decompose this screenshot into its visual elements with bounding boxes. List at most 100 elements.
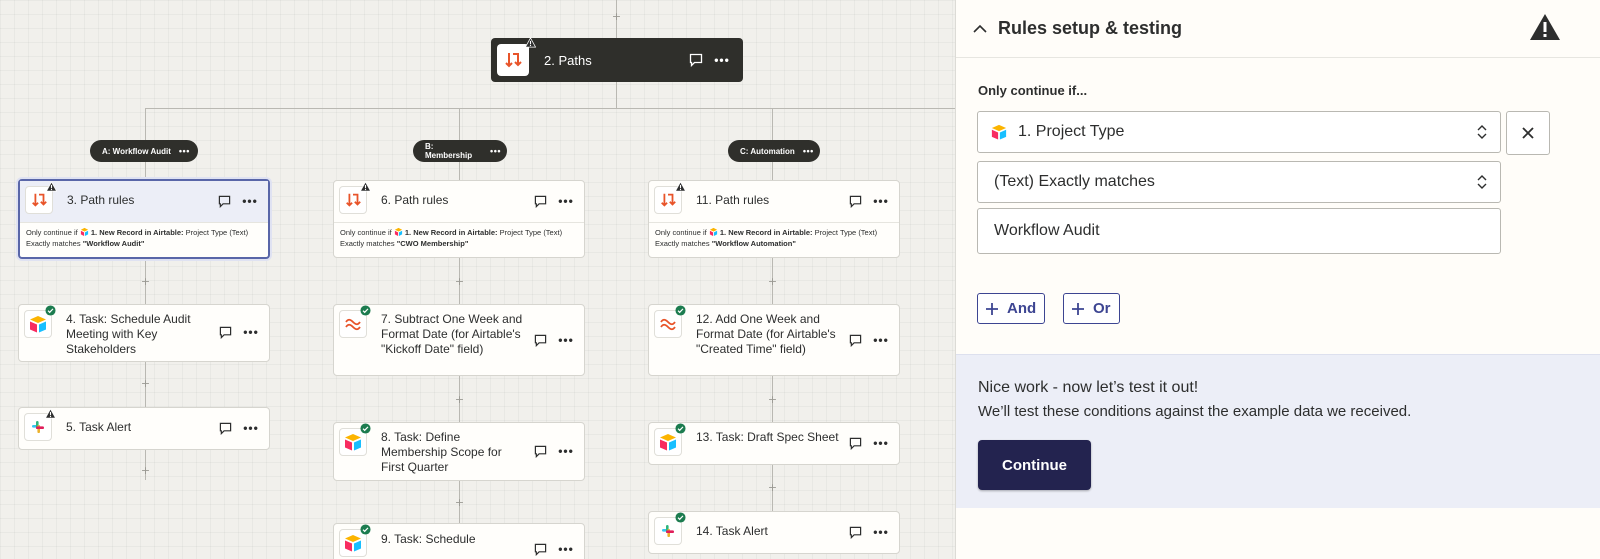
path-rules-node-a[interactable]: 3. Path rules ••• Only continue if 1. Ne… xyxy=(18,179,270,259)
chevron-up-icon[interactable] xyxy=(972,24,988,34)
more-options-icon[interactable]: ••• xyxy=(490,146,501,156)
comment-icon[interactable] xyxy=(845,330,865,350)
step-node-a2[interactable]: 5. Task Alert ••• xyxy=(18,407,270,450)
paths-app-icon xyxy=(654,181,686,214)
comment-icon[interactable] xyxy=(530,330,550,350)
remove-condition-button[interactable] xyxy=(1506,111,1550,155)
paths-app-icon xyxy=(339,181,371,214)
add-step-icon[interactable]: + xyxy=(767,394,778,405)
warning-icon xyxy=(46,181,57,192)
add-step-icon[interactable]: + xyxy=(140,465,151,476)
more-options-icon[interactable]: ••• xyxy=(556,441,576,461)
more-options-icon[interactable]: ••• xyxy=(871,522,891,542)
field-select[interactable]: 1. Project Type xyxy=(977,111,1501,153)
sort-arrows-icon xyxy=(1477,175,1487,189)
workflow-canvas[interactable]: + + + + + + + + + + 2. Paths ••• A: Work… xyxy=(0,0,955,559)
add-step-icon[interactable]: + xyxy=(140,378,151,389)
more-options-icon[interactable]: ••• xyxy=(871,191,891,211)
path-rules-node-b[interactable]: 6. Path rules ••• Only continue if 1. Ne… xyxy=(333,180,585,258)
plus-icon xyxy=(986,302,998,315)
test-description: We’ll test these conditions against the … xyxy=(978,403,1412,420)
branch-label-text: C: Automation xyxy=(740,146,795,156)
add-step-icon[interactable]: + xyxy=(611,11,622,22)
more-options-icon[interactable]: ••• xyxy=(871,330,891,350)
comment-icon[interactable] xyxy=(530,191,550,211)
branch-label-c[interactable]: C: Automation ••• xyxy=(728,140,820,162)
step-title: 7. Subtract One Week and Format Date (fo… xyxy=(381,312,523,356)
branch-label-b[interactable]: B: Membership ••• xyxy=(413,140,507,162)
step-node-c1[interactable]: 12. Add One Week and Format Date (for Ai… xyxy=(648,304,900,376)
add-step-icon[interactable]: + xyxy=(454,276,465,287)
rule-value: "Workflow Audit" xyxy=(82,239,145,248)
more-options-icon[interactable]: ••• xyxy=(871,433,891,453)
connector-line xyxy=(459,162,460,180)
step-title: 6. Path rules xyxy=(381,193,449,207)
more-options-icon[interactable]: ••• xyxy=(556,539,576,559)
value-input[interactable]: Workflow Audit xyxy=(977,208,1501,254)
add-or-button[interactable]: Or xyxy=(1063,293,1120,324)
comment-icon[interactable] xyxy=(214,191,234,211)
comment-icon[interactable] xyxy=(845,433,865,453)
connector-line xyxy=(145,108,146,140)
airtable-icon xyxy=(394,227,402,236)
airtable-icon xyxy=(991,124,1007,140)
comment-icon[interactable] xyxy=(530,441,550,461)
step-node-a1[interactable]: 4. Task: Schedule Audit Meeting with Key… xyxy=(18,304,270,362)
connector-line xyxy=(145,108,955,109)
step-title: 13. Task: Draft Spec Sheet xyxy=(696,430,839,444)
rule-field: Project Type xyxy=(814,228,857,237)
rule-prefix: Only continue if xyxy=(26,228,78,237)
continue-button[interactable]: Continue xyxy=(978,440,1091,490)
rule-value: "CWO Membership" xyxy=(396,239,469,248)
comment-icon[interactable] xyxy=(845,191,865,211)
step-node-b1[interactable]: 7. Subtract One Week and Format Date (fo… xyxy=(333,304,585,376)
more-options-icon[interactable]: ••• xyxy=(241,322,261,342)
more-options-icon[interactable]: ••• xyxy=(241,418,261,438)
add-step-icon[interactable]: + xyxy=(767,482,778,493)
paths-step-node[interactable]: 2. Paths ••• xyxy=(491,37,743,82)
condition-select[interactable]: (Text) Exactly matches xyxy=(977,161,1501,203)
step-node-c3[interactable]: 14. Task Alert ••• xyxy=(648,511,900,554)
more-options-icon[interactable]: ••• xyxy=(240,191,260,211)
continue-label: Continue xyxy=(1002,456,1067,474)
branch-label-text: A: Workflow Audit xyxy=(102,146,171,156)
add-step-icon[interactable]: + xyxy=(454,394,465,405)
warning-icon xyxy=(360,181,371,192)
add-step-icon[interactable]: + xyxy=(140,276,151,287)
step-node-c2[interactable]: 13. Task: Draft Spec Sheet ••• xyxy=(648,422,900,465)
check-badge-icon xyxy=(360,524,371,535)
check-badge-icon xyxy=(675,305,686,316)
branch-label-a[interactable]: A: Workflow Audit ••• xyxy=(90,140,198,162)
path-rules-node-c[interactable]: 11. Path rules ••• Only continue if 1. N… xyxy=(648,180,900,258)
more-options-icon[interactable]: ••• xyxy=(179,146,190,156)
comment-icon[interactable] xyxy=(530,539,550,559)
more-options-icon[interactable]: ••• xyxy=(711,49,733,71)
step-title: 12. Add One Week and Format Date (for Ai… xyxy=(696,312,836,356)
comment-icon[interactable] xyxy=(685,49,707,71)
comment-icon[interactable] xyxy=(215,418,235,438)
add-step-icon[interactable]: + xyxy=(454,497,465,508)
more-options-icon[interactable]: ••• xyxy=(803,146,814,156)
more-options-icon[interactable]: ••• xyxy=(556,191,576,211)
rule-operator: Exactly matches xyxy=(655,239,710,248)
add-or-label: Or xyxy=(1093,300,1111,317)
airtable-app-icon xyxy=(339,524,371,557)
value-input-text: Workflow Audit xyxy=(994,222,1100,239)
warning-icon xyxy=(675,181,686,192)
only-continue-label: Only continue if... xyxy=(978,83,1088,98)
step-node-b2[interactable]: 8. Task: Define Membership Scope for Fir… xyxy=(333,422,585,481)
paths-app-icon xyxy=(25,181,57,214)
panel-header[interactable]: Rules setup & testing xyxy=(956,0,1600,58)
add-step-icon[interactable]: + xyxy=(767,276,778,287)
comment-icon[interactable] xyxy=(845,522,865,542)
add-and-button[interactable]: And xyxy=(977,293,1046,324)
connector-line xyxy=(772,162,773,180)
more-options-icon[interactable]: ••• xyxy=(556,330,576,350)
step-title: 5. Task Alert xyxy=(66,420,132,434)
step-node-b3[interactable]: 9. Task: Schedule ••• xyxy=(333,523,585,559)
rule-operator: Exactly matches xyxy=(340,239,395,248)
rule-prefix: Only continue if xyxy=(340,228,392,237)
comment-icon[interactable] xyxy=(215,322,235,342)
rule-source: 1. New Record in Airtable: xyxy=(404,228,498,237)
formatter-app-icon xyxy=(339,305,371,338)
